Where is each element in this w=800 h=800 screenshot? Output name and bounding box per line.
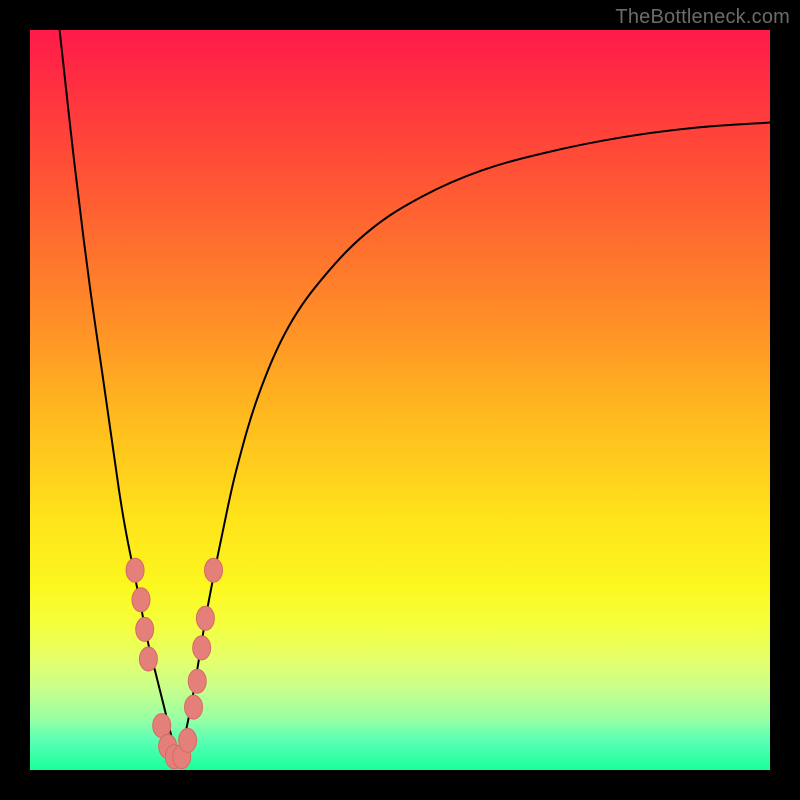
data-marker <box>132 588 150 612</box>
curve-right-branch <box>178 123 770 759</box>
data-marker <box>136 617 154 641</box>
curve-left-branch <box>60 30 178 759</box>
data-marker <box>205 558 223 582</box>
data-marker <box>185 695 203 719</box>
data-marker <box>193 636 211 660</box>
data-marker <box>139 647 157 671</box>
chart-frame: TheBottleneck.com <box>0 0 800 800</box>
data-marker <box>126 558 144 582</box>
plot-area <box>30 30 770 770</box>
data-marker <box>196 606 214 630</box>
marker-group <box>126 558 222 768</box>
data-marker <box>188 669 206 693</box>
chart-svg <box>30 30 770 770</box>
watermark-text: TheBottleneck.com <box>615 6 790 29</box>
data-marker <box>179 728 197 752</box>
